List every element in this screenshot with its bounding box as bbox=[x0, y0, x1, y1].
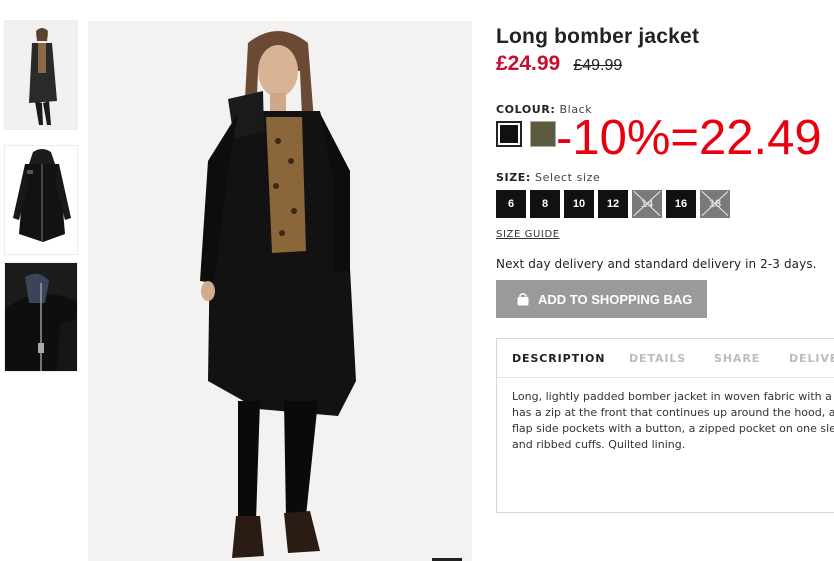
size-option-18-unavailable[interactable]: 18 bbox=[700, 190, 730, 218]
tab-details[interactable]: DETAILS bbox=[629, 352, 686, 365]
size-label-row: SIZE: Select size bbox=[496, 171, 600, 184]
thumbnail-model-full[interactable] bbox=[4, 20, 78, 130]
size-option-14-unavailable[interactable]: 14 bbox=[632, 190, 662, 218]
add-to-bag-button[interactable]: ADD TO SHOPPING BAG bbox=[496, 280, 707, 318]
size-option-8[interactable]: 8 bbox=[530, 190, 560, 218]
description-line: has a zip at the front that continues up… bbox=[512, 406, 834, 419]
product-tabs-panel: DESCRIPTION DETAILS SHARE DELIVER Long, … bbox=[496, 338, 834, 513]
swatch-khaki[interactable] bbox=[530, 121, 556, 147]
product-title: Long bomber jacket bbox=[496, 25, 700, 48]
product-info: Long bomber jacket £24.99 £49.99 bbox=[496, 24, 834, 80]
description-line: Long, lightly padded bomber jacket in wo… bbox=[512, 390, 834, 403]
size-option-16[interactable]: 16 bbox=[666, 190, 696, 218]
size-option-6[interactable]: 6 bbox=[496, 190, 526, 218]
thumbnail-jacket-detail[interactable] bbox=[4, 262, 78, 372]
tab-description[interactable]: DESCRIPTION bbox=[512, 352, 605, 365]
main-product-image[interactable] bbox=[88, 21, 472, 561]
thumbnail-jacket-flat[interactable] bbox=[4, 145, 78, 255]
tab-delivery[interactable]: DELIVER bbox=[789, 352, 834, 365]
shopping-bag-icon bbox=[517, 293, 529, 306]
add-to-bag-label: ADD TO SHOPPING BAG bbox=[538, 291, 693, 307]
original-price: £49.99 bbox=[573, 57, 623, 74]
colour-label: COLOUR: bbox=[496, 103, 556, 116]
size-option-10[interactable]: 10 bbox=[564, 190, 594, 218]
price-row: £24.99 £49.99 bbox=[496, 52, 834, 80]
size-label: SIZE: bbox=[496, 171, 531, 184]
size-option-12[interactable]: 12 bbox=[598, 190, 628, 218]
description-line: and ribbed cuffs. Quilted lining. bbox=[512, 438, 686, 451]
size-prompt: Select size bbox=[535, 171, 601, 184]
delivery-info: Next day delivery and standard delivery … bbox=[496, 257, 817, 271]
size-guide-link[interactable]: SIZE GUIDE bbox=[496, 229, 560, 240]
swatch-black[interactable] bbox=[496, 121, 522, 147]
discount-annotation: -10%=22.49 bbox=[556, 111, 822, 165]
tabs-bar: DESCRIPTION DETAILS SHARE DELIVER bbox=[497, 339, 834, 378]
sale-price: £24.99 bbox=[496, 52, 561, 75]
product-description: Long, lightly padded bomber jacket in wo… bbox=[512, 389, 834, 453]
description-line: flap side pockets with a button, a zippe… bbox=[512, 422, 834, 435]
tab-share[interactable]: SHARE bbox=[714, 352, 760, 365]
